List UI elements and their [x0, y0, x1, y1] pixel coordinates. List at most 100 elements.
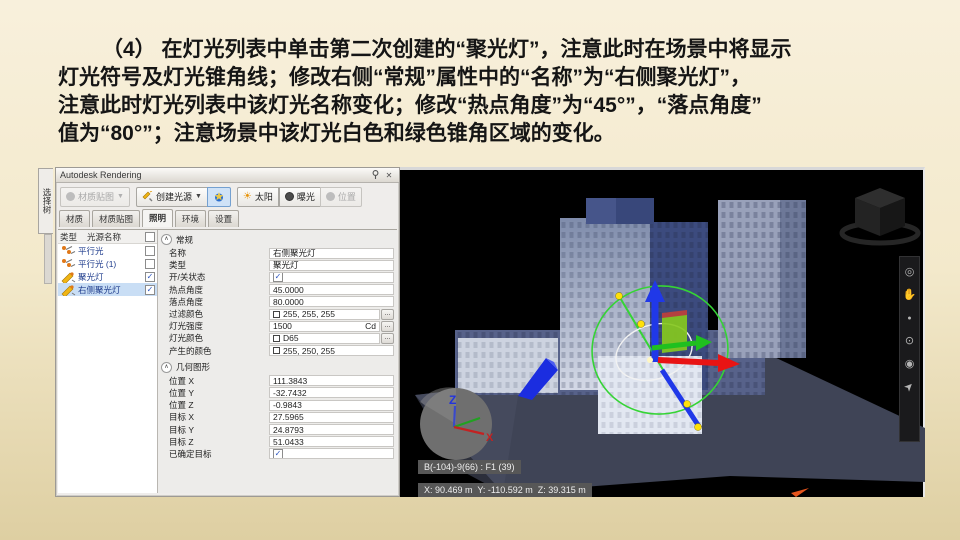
- target-z-field[interactable]: 51.0433: [269, 436, 394, 448]
- position-z-field[interactable]: -0.9843: [269, 399, 394, 411]
- light-row[interactable]: 平行光 (1): [58, 257, 157, 270]
- light-row[interactable]: 平行光: [58, 244, 157, 257]
- targeted-field: ✓: [269, 448, 394, 460]
- cursor-coordinates-label: X: 90.469 m Y: -110.592 m Z: 39.315 m: [418, 483, 592, 497]
- light-enabled-checkbox[interactable]: [145, 245, 155, 256]
- look-icon[interactable]: ◉: [905, 359, 915, 370]
- browse-button[interactable]: ...: [381, 320, 394, 332]
- lamp-icon: [142, 191, 153, 202]
- light-enabled-checkbox[interactable]: ✓: [145, 284, 155, 295]
- title-line: 注意此时灯光列表中该灯光名称变化；修改“热点角度”为“45°”，“落点角度”: [58, 94, 762, 117]
- selection-tree-tab[interactable]: 选择树: [38, 168, 53, 234]
- close-icon[interactable]: ✕: [383, 170, 395, 181]
- zoom-icon[interactable]: ●: [907, 313, 911, 324]
- palette-tabs: 材质 材质贴图 照明 环境 设置: [56, 209, 399, 227]
- gizmo-handle[interactable]: [647, 357, 653, 363]
- property-row: 落点角度 80.0000: [161, 296, 394, 308]
- pin-icon[interactable]: [369, 170, 381, 181]
- property-row: 过滤颜色 255, 255, 255 ...: [161, 308, 394, 320]
- falloff-angle-field[interactable]: 80.0000: [269, 296, 394, 308]
- light-enabled-checkbox[interactable]: ✓: [145, 271, 155, 282]
- orange-marker: [791, 488, 809, 497]
- gizmo-handle[interactable]: [615, 292, 623, 300]
- section-general[interactable]: ∧ 常规: [161, 233, 394, 246]
- property-row: 灯光强度 1500 Cd ...: [161, 320, 394, 332]
- property-row: 位置 Y -32.7432: [161, 387, 394, 399]
- axis-x-label: X: [486, 432, 494, 444]
- palette-toolbar: 材质贴图 ▼ 创建光源 ▼ ☀ 太阳 曝光 位置: [56, 183, 399, 210]
- light-enabled-checkbox[interactable]: [145, 258, 155, 269]
- exposure-icon: [284, 192, 294, 201]
- color-swatch: [273, 347, 280, 355]
- material-map-button[interactable]: 材质贴图 ▼: [60, 186, 130, 207]
- palette-titlebar[interactable]: Autodesk Rendering ✕: [56, 168, 399, 183]
- cursor-icon[interactable]: ➤: [902, 380, 917, 395]
- collapse-icon[interactable]: ∧: [161, 234, 172, 245]
- steering-wheel-icon[interactable]: ◎: [905, 267, 915, 278]
- target-x-field[interactable]: 27.5965: [269, 411, 394, 423]
- tab-settings[interactable]: 设置: [208, 210, 240, 227]
- gizmo-handle[interactable]: [694, 423, 702, 431]
- position-y-field[interactable]: -32.7432: [269, 387, 394, 399]
- palette-title: Autodesk Rendering: [60, 170, 142, 180]
- viewcube[interactable]: [839, 188, 921, 246]
- intensity-field[interactable]: 1500 Cd: [269, 320, 380, 332]
- light-list-header: 类型 光源名称: [58, 230, 157, 244]
- sun-button[interactable]: ☀ 太阳: [236, 186, 279, 207]
- autodesk-rendering-palette: Autodesk Rendering ✕ 材质贴图 ▼ 创建光源 ▼ ☀ 太阳 …: [55, 167, 400, 497]
- property-row: 灯光颜色 D65 ...: [161, 332, 394, 344]
- lighting-tab-content: 类型 光源名称 平行光 平行光 (1) 聚光灯 ✓ 右侧聚光灯 ✓ ∧ 常规 名…: [58, 229, 397, 493]
- orbit-icon[interactable]: ⊙: [905, 336, 914, 347]
- gizmo-handle[interactable]: [637, 320, 645, 328]
- spot-light-icon: [61, 284, 76, 296]
- tab-lighting[interactable]: 照明: [142, 209, 174, 227]
- parallel-light-icon: [62, 258, 76, 267]
- target-y-field[interactable]: 24.8793: [269, 424, 394, 436]
- browse-button[interactable]: ...: [381, 332, 394, 344]
- chevron-down-icon: ▼: [194, 193, 202, 200]
- type-field[interactable]: 聚光灯: [269, 259, 394, 271]
- slide: （4） 在灯光列表中单击第二次创建的“聚光灯”，注意此时在场景中将显示 灯光符号…: [0, 0, 960, 540]
- light-row-selected[interactable]: 右侧聚光灯 ✓: [58, 283, 157, 296]
- onoff-checkbox[interactable]: ✓: [273, 272, 283, 282]
- section-geometry[interactable]: ∧ 几何图形: [161, 361, 394, 374]
- property-row: 热点角度 45.0000: [161, 284, 394, 296]
- create-light-button[interactable]: 创建光源 ▼: [135, 186, 208, 207]
- filter-color-field[interactable]: 255, 255, 255: [269, 308, 380, 320]
- gizmo-handle[interactable]: [683, 400, 691, 408]
- header-checkbox[interactable]: [145, 231, 155, 242]
- property-row: 位置 Z -0.9843: [161, 399, 394, 411]
- panel-edge: [44, 234, 52, 284]
- resulting-color-field: 255, 250, 255: [269, 345, 394, 357]
- hotspot-angle-field[interactable]: 45.0000: [269, 284, 394, 296]
- position-x-field[interactable]: 111.3843: [269, 375, 394, 387]
- spotlight-toggle-button[interactable]: [206, 186, 231, 207]
- title-line: 值为“80°”；注意场景中该灯光白色和绿色锥角区域的变化。: [58, 122, 615, 145]
- axis-z-label: Z: [449, 393, 456, 407]
- targeted-checkbox[interactable]: ✓: [273, 449, 283, 459]
- color-swatch: [273, 334, 280, 342]
- navigation-bar: ◎ ✋ ● ⊙ ◉ ➤: [899, 256, 920, 442]
- tab-material[interactable]: 材质: [59, 210, 91, 227]
- property-row: 类型 聚光灯: [161, 259, 394, 271]
- title-line: 灯光符号及灯光锥角线；修改右侧“常规”属性中的“名称”为“右侧聚光灯”，: [58, 66, 751, 89]
- location-button[interactable]: 位置: [319, 186, 362, 207]
- collapse-icon[interactable]: ∧: [161, 361, 172, 373]
- selection-info-label: B(-104)-9(66) : F1 (39): [418, 460, 521, 474]
- parallel-light-icon: [62, 245, 76, 254]
- light-color-field[interactable]: D65: [269, 332, 380, 344]
- name-field[interactable]: 右侧聚光灯: [269, 247, 394, 259]
- browse-button[interactable]: ...: [381, 308, 394, 320]
- exposure-button[interactable]: 曝光: [278, 186, 321, 207]
- scene-canvas[interactable]: Z X: [400, 170, 925, 497]
- viewport-3d[interactable]: Z X ◎ ✋ ● ⊙ ◉ ➤ B(-104)-9(66): F1 (39) …: [400, 167, 925, 497]
- x-axis-arrow: [657, 357, 719, 366]
- sphere-z-axis: [452, 405, 457, 428]
- property-row: 目标 Z 51.0433: [161, 436, 394, 448]
- chevron-down-icon: ▼: [117, 193, 124, 200]
- pan-hand-icon[interactable]: ✋: [903, 290, 917, 301]
- tab-material-map[interactable]: 材质贴图: [92, 210, 141, 227]
- tab-environment[interactable]: 环境: [175, 210, 207, 227]
- color-swatch: [273, 310, 280, 318]
- light-row[interactable]: 聚光灯 ✓: [58, 270, 157, 283]
